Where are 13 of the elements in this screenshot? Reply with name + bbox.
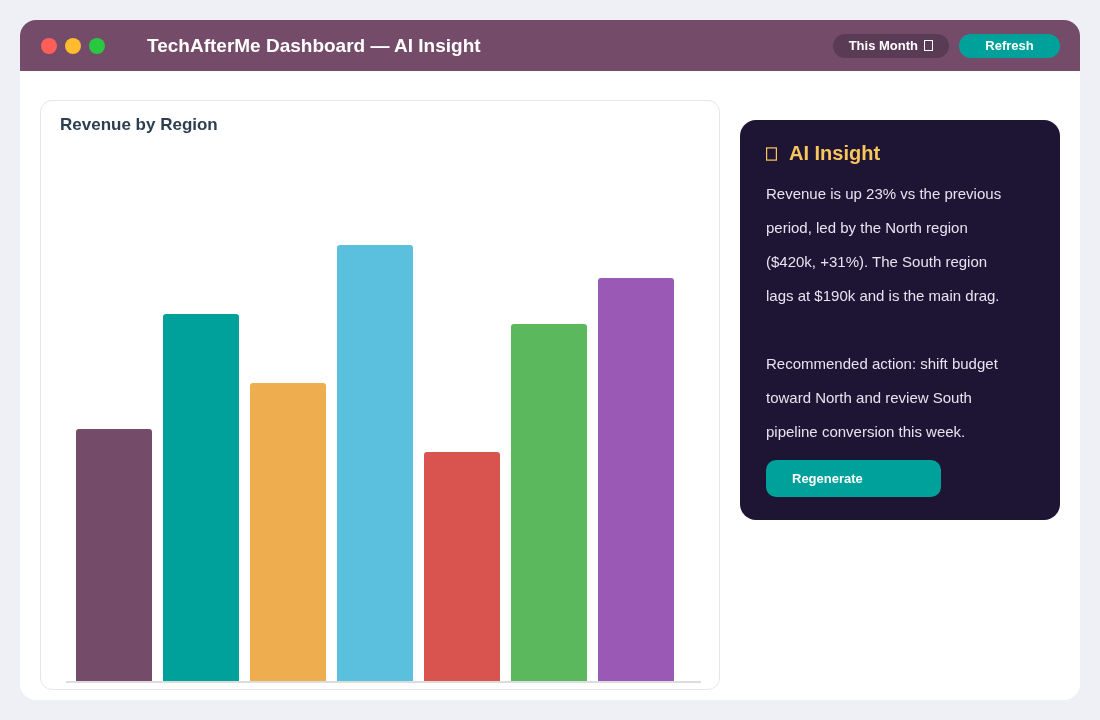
window-title: TechAfterMe Dashboard — AI Insight: [147, 34, 482, 57]
insight-paragraph: Recommended action: shift budget toward North and review South pipeline conversion this week.: [766, 354, 999, 442]
box-icon: [924, 40, 933, 51]
period-dropdown[interactable]: This Month: [832, 33, 949, 58]
close-icon[interactable]: [41, 37, 57, 54]
chart-title: Revenue by Region: [60, 115, 219, 135]
minimize-icon[interactable]: [65, 37, 81, 54]
panel-title: AI Insight: [789, 142, 881, 165]
refresh-button[interactable]: Refresh: [959, 33, 1060, 58]
insight-paragraph: Revenue is up 23% vs the previous period, led by the North region ($420k, +31%). The South region lags at $190k and is the main drag.: [766, 184, 1003, 306]
regenerate-button[interactable]: Regenerate: [766, 460, 941, 497]
maximize-icon[interactable]: [89, 37, 105, 54]
box-icon: [766, 146, 777, 161]
